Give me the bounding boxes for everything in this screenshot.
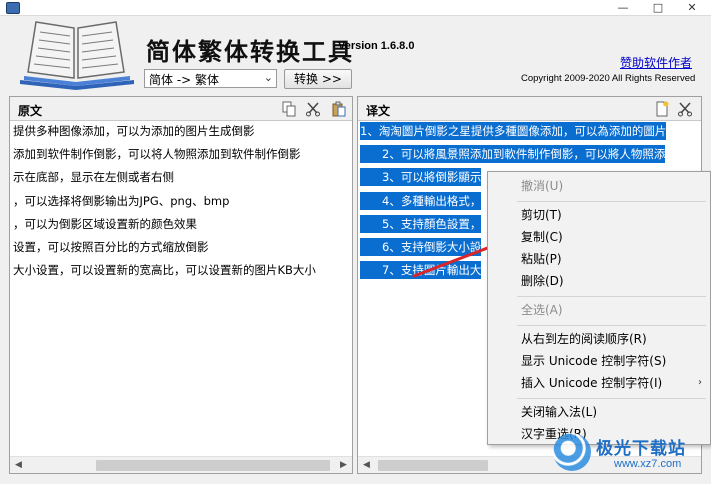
- book-logo-icon: [20, 21, 134, 90]
- translation-line: 4、多種輸出格式，: [360, 192, 482, 210]
- scroll-left-icon[interactable]: ◀: [358, 457, 375, 474]
- menu-item-undo[interactable]: 撤消(U): [488, 175, 710, 197]
- source-text-area[interactable]: 提供多种图像添加，可以为添加的图片生成倒影 添加到软件制作倒影，可以将人物照添加…: [10, 122, 352, 456]
- watermark-url: www.xz7.com: [614, 458, 682, 470]
- maximize-button[interactable]: □: [642, 0, 674, 16]
- menu-item-copy[interactable]: 复制(C): [488, 226, 710, 248]
- scroll-thumb[interactable]: [96, 460, 330, 471]
- menu-item-show-unicode[interactable]: 显示 Unicode 控制字符(S): [488, 350, 710, 372]
- menu-item-insert-unicode[interactable]: 插入 Unicode 控制字符(I) ›: [488, 372, 710, 394]
- source-line: 提供多种图像添加，可以为添加的图片生成倒影: [13, 124, 255, 138]
- app-title: 简体繁体转换工具: [146, 37, 354, 66]
- menu-item-insert-unicode-label: 插入 Unicode 控制字符(I): [521, 376, 663, 390]
- menu-item-paste[interactable]: 粘贴(P): [488, 248, 710, 270]
- menu-item-select-all[interactable]: 全选(A): [488, 299, 710, 321]
- translation-line: 2、可以將風景照添加到軟件制作倒影，可以將人物照添: [360, 145, 666, 163]
- scroll-thumb[interactable]: [378, 460, 488, 471]
- translation-line: 5、支持顏色設置，: [360, 215, 482, 233]
- watermark: 极光下载站 www.xz7.com: [548, 430, 711, 484]
- source-line: 设置，可以按照百分比的方式缩放倒影: [13, 240, 209, 254]
- cut-icon[interactable]: [677, 101, 693, 117]
- copy-icon[interactable]: [281, 101, 297, 117]
- convert-button[interactable]: 转换 >>: [284, 69, 352, 89]
- new-document-icon[interactable]: [654, 101, 670, 117]
- source-panel-header: 原文: [10, 97, 352, 121]
- watermark-text: 极光下载站: [596, 439, 686, 459]
- conversion-direction-select[interactable]: 简体 -> 繁体 ⌄: [144, 69, 277, 88]
- menu-separator: [517, 201, 706, 202]
- menu-item-delete[interactable]: 删除(D): [488, 270, 710, 292]
- source-line: 添加到软件制作倒影，可以将人物照添加到软件制作倒影: [13, 147, 301, 161]
- paste-icon[interactable]: [331, 101, 347, 117]
- translation-panel-title: 译文: [366, 104, 391, 118]
- source-line: ，可以为倒影区域设置新的颜色效果: [13, 217, 197, 231]
- app-header: 简体繁体转换工具 Version 1.6.8.0 赞助软件作者 Copyrigh…: [0, 16, 711, 94]
- close-button[interactable]: ✕: [676, 0, 708, 16]
- title-bar: — □ ✕: [0, 0, 711, 16]
- menu-item-cut[interactable]: 剪切(T): [488, 204, 710, 226]
- submenu-arrow-icon: ›: [698, 377, 702, 388]
- translation-line: 1、淘淘圖片倒影之星提供多種圖像添加，可以為添加的圖片: [360, 122, 667, 140]
- scroll-right-icon[interactable]: ▶: [335, 457, 352, 474]
- menu-separator: [517, 398, 706, 399]
- app-icon: [6, 2, 20, 14]
- sponsor-author-link[interactable]: 赞助软件作者: [620, 54, 692, 71]
- chevron-down-icon: ⌄: [263, 71, 273, 84]
- source-line: 示在底部，显示在左侧或者右侧: [13, 170, 174, 184]
- copyright-text: Copyright 2009-2020 All Rights Reserved: [521, 73, 696, 84]
- menu-item-close-ime[interactable]: 关闭输入法(L): [488, 401, 710, 423]
- source-line: ，可以选择将倒影输出为JPG、png、bmp: [13, 194, 230, 208]
- source-horizontal-scrollbar[interactable]: ◀ ▶: [10, 456, 352, 473]
- menu-separator: [517, 325, 706, 326]
- source-line: 大小设置，可以设置新的宽高比，可以设置新的图片KB大小: [13, 263, 316, 277]
- menu-item-rtl-reading[interactable]: 从右到左的阅读顺序(R): [488, 328, 710, 350]
- scroll-left-icon[interactable]: ◀: [10, 457, 27, 474]
- translation-line: 3、可以將倒影顯示: [360, 168, 482, 186]
- context-menu: 撤消(U) 剪切(T) 复制(C) 粘贴(P) 删除(D) 全选(A) 从右到左…: [487, 171, 711, 445]
- version-label: Version 1.6.8.0: [338, 40, 415, 52]
- translation-panel-header: 译文: [358, 97, 701, 121]
- cut-icon[interactable]: [305, 101, 321, 117]
- minimize-button[interactable]: —: [607, 0, 639, 16]
- source-panel-title: 原文: [18, 104, 43, 118]
- menu-separator: [517, 296, 706, 297]
- source-panel: 原文 提供多种图像添加，可以为添加的图片生成倒影 添加到软件制作倒影，可以将人物…: [9, 96, 353, 474]
- watermark-logo-icon: [553, 433, 591, 471]
- direction-value: 简体 -> 繁体: [149, 73, 220, 87]
